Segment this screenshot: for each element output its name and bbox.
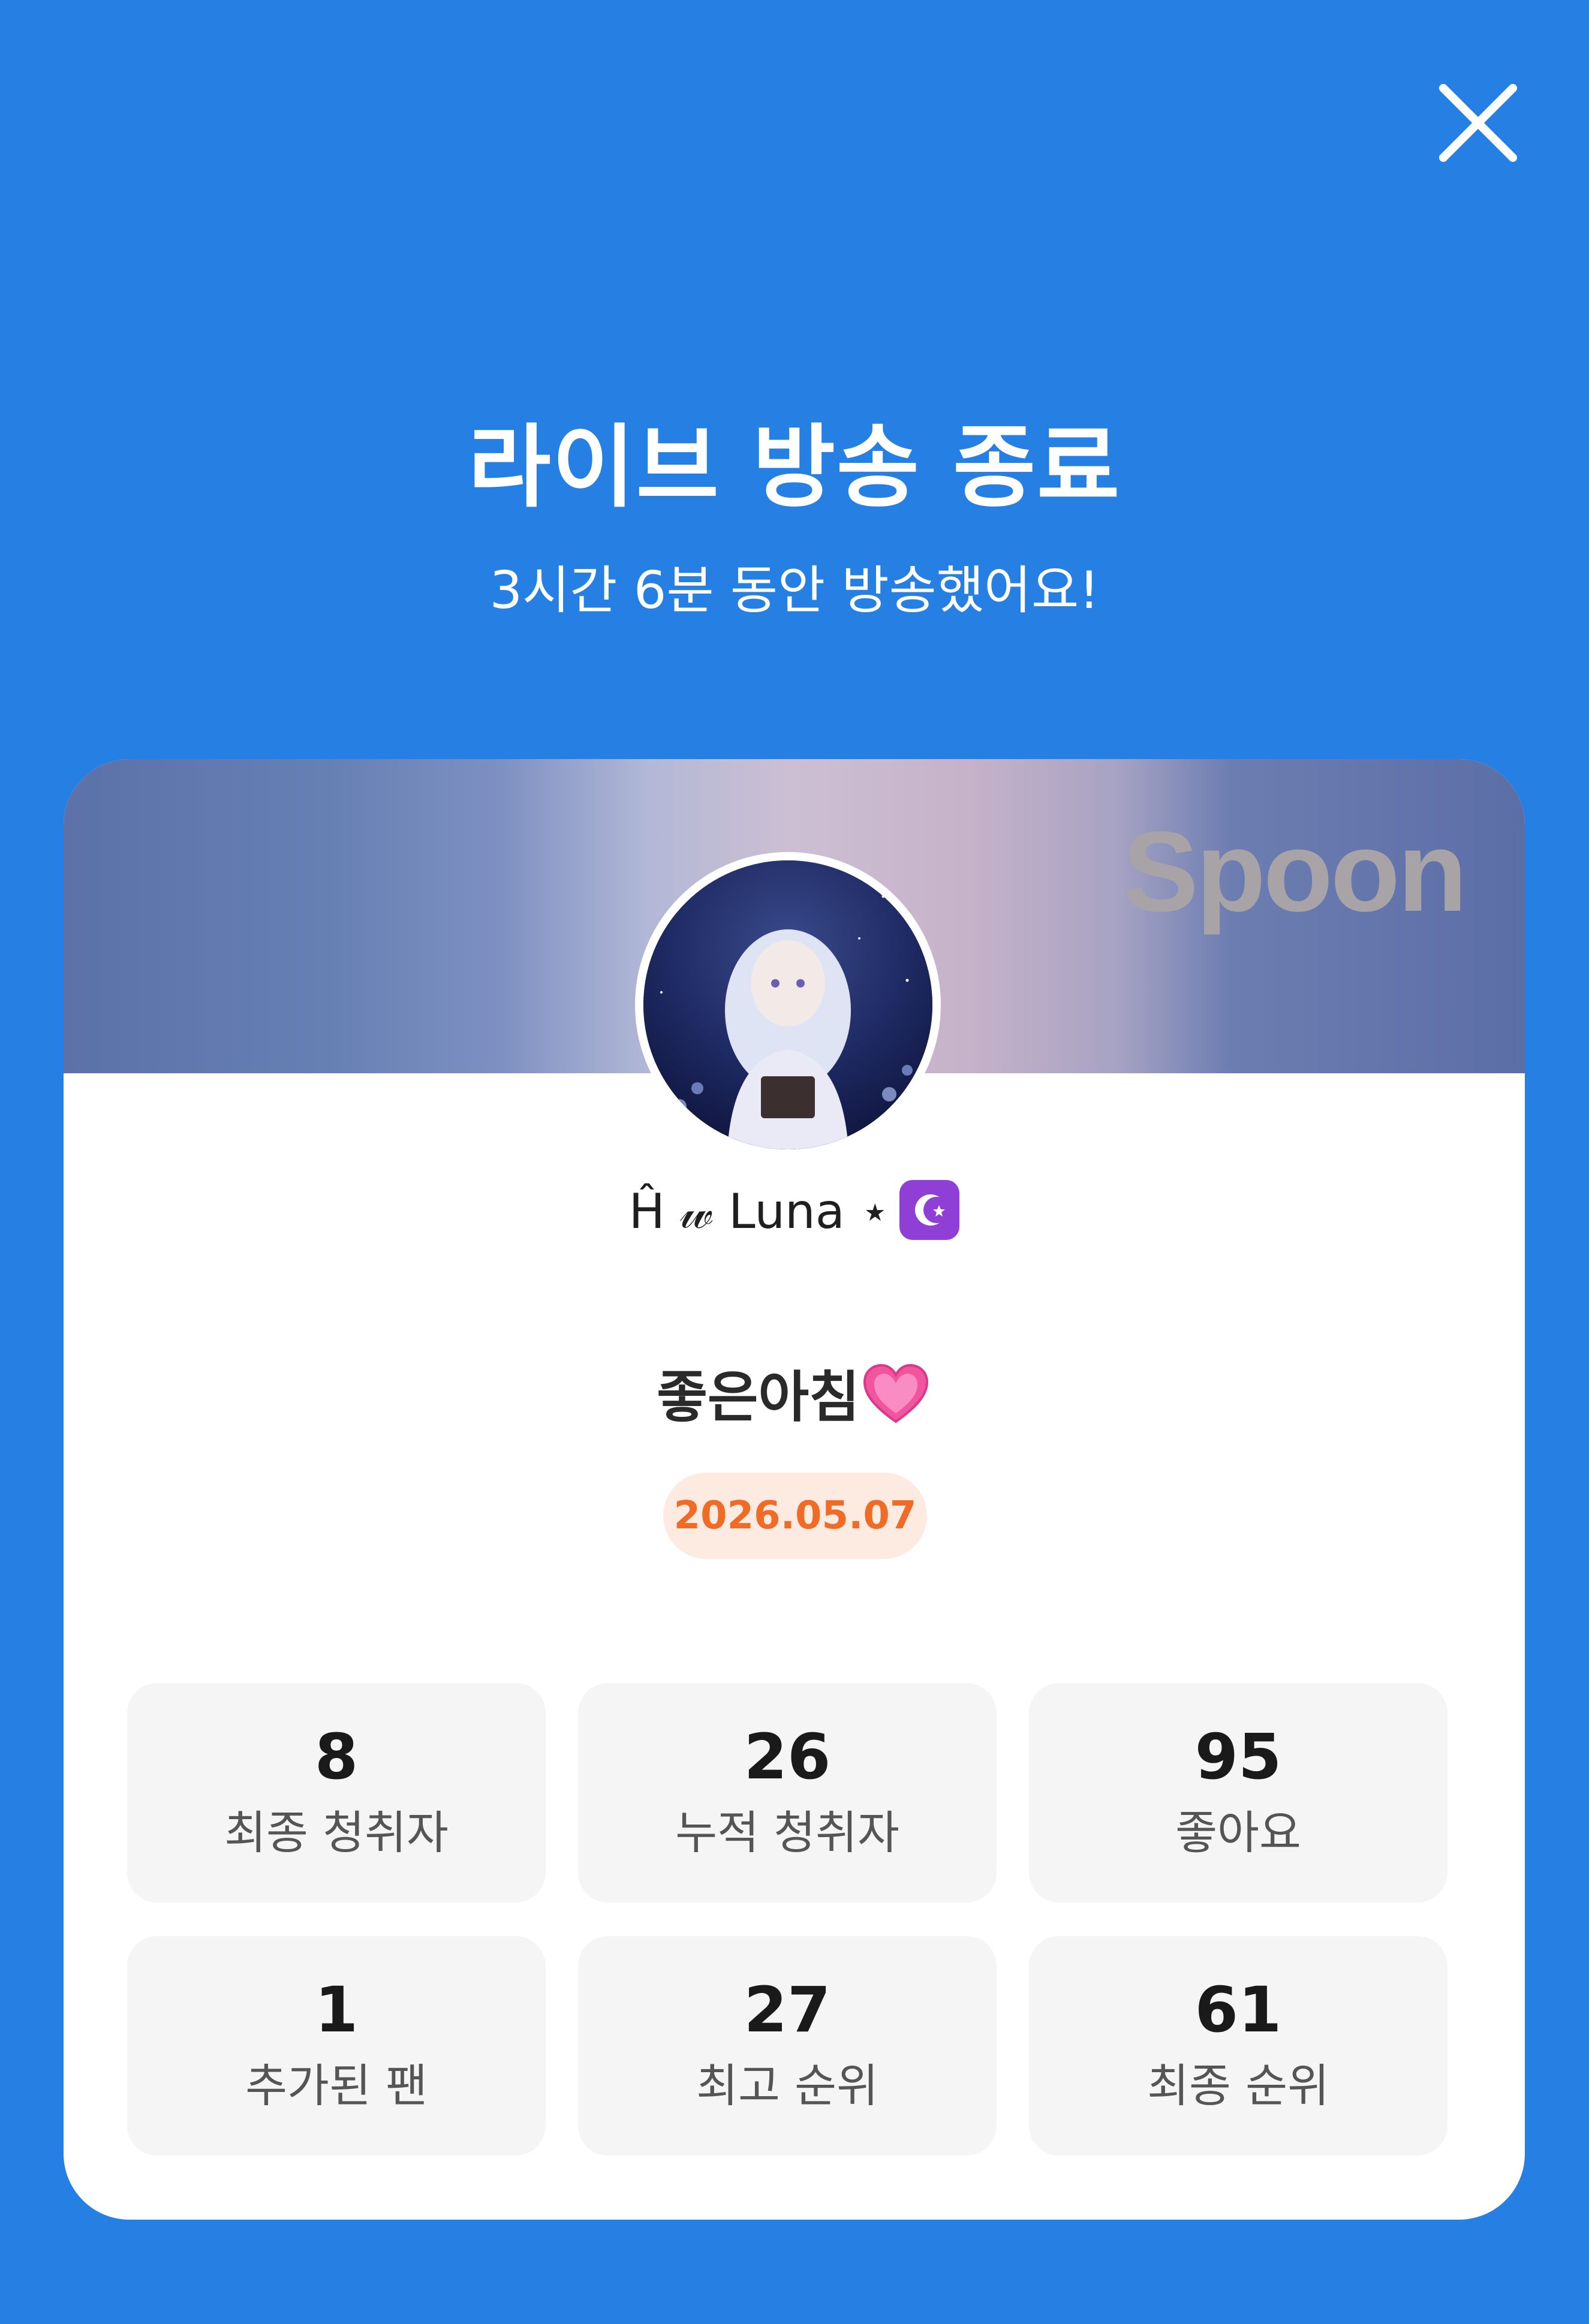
close-button[interactable] bbox=[1430, 75, 1526, 171]
broadcast-summary-card: Spoon Ĥ 𝓌 Luna ⋆ 좋은아침 2026.05.07 8 최종 청취… bbox=[64, 759, 1525, 2220]
stat-value: 1 bbox=[314, 1973, 359, 2046]
stat-label: 최고 순위 bbox=[696, 2059, 878, 2112]
stat-value: 61 bbox=[1194, 1973, 1282, 2046]
stat-label: 최종 청취자 bbox=[224, 1806, 449, 1859]
username: Ĥ 𝓌 Luna ⋆ bbox=[64, 1179, 1525, 1245]
avatar bbox=[635, 852, 941, 1158]
close-icon bbox=[1439, 84, 1517, 162]
broadcast-title: 좋은아침 bbox=[64, 1359, 1525, 1437]
brand-logo: Spoon bbox=[1122, 808, 1467, 935]
page-title: 라이브 방송 종료 bbox=[468, 416, 1121, 520]
stat-final-rank: 61 최종 순위 bbox=[1029, 1936, 1447, 2156]
stat-value: 27 bbox=[744, 1973, 831, 2046]
broadcast-title-text: 좋은아침 bbox=[657, 1365, 860, 1429]
stat-new-fans: 1 추가된 팬 bbox=[127, 1936, 546, 2156]
stat-label: 누적 청취자 bbox=[675, 1806, 899, 1859]
username-text: Ĥ 𝓌 Luna ⋆ bbox=[628, 1184, 890, 1239]
stat-cumulative-listeners: 26 누적 청취자 bbox=[578, 1683, 997, 1902]
stat-label: 추가된 팬 bbox=[245, 2059, 428, 2112]
heart-icon bbox=[860, 1359, 932, 1431]
stat-value: 26 bbox=[744, 1720, 831, 1793]
stat-final-listeners: 8 최종 청취자 bbox=[127, 1683, 546, 1902]
broadcast-duration: 3시간 6분 동안 방송했어요! bbox=[489, 561, 1100, 621]
stat-value: 8 bbox=[314, 1720, 359, 1793]
moon-icon bbox=[899, 1180, 960, 1241]
stat-value: 95 bbox=[1194, 1720, 1282, 1793]
stat-label: 좋아요 bbox=[1175, 1806, 1301, 1859]
broadcast-date: 2026.05.07 bbox=[663, 1473, 927, 1559]
stat-best-rank: 27 최고 순위 bbox=[578, 1936, 997, 2156]
stat-label: 최종 순위 bbox=[1147, 2059, 1329, 2112]
stat-likes: 95 좋아요 bbox=[1029, 1683, 1447, 1902]
